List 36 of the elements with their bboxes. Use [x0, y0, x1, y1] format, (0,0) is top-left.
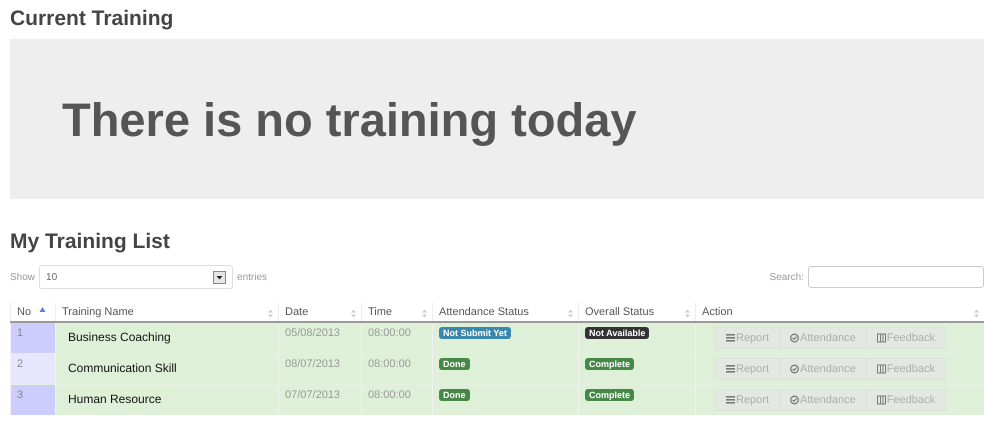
check-circle-icon: [790, 333, 800, 343]
search-label: Search:: [770, 272, 804, 282]
show-label: Show: [10, 272, 36, 282]
table-cell: Communication Skill: [56, 354, 278, 384]
table-cell: Human Resource: [56, 384, 278, 415]
table-cell: 08/07/2013: [278, 354, 362, 384]
page-size-select[interactable]: 10: [39, 265, 234, 289]
table-cell: 3: [10, 384, 56, 415]
table-cell: 08:00:00: [362, 384, 432, 415]
columns-icon: [876, 395, 886, 405]
list-icon: [726, 364, 735, 374]
columns-icon: [876, 333, 886, 343]
section-heading: Current Training: [10, 6, 174, 32]
attendance-status-label: Not Submit Yet: [439, 327, 511, 339]
table-cell: 05/08/2013: [278, 322, 362, 354]
table-cell: 2: [10, 354, 56, 384]
section-heading: My Training List: [10, 229, 171, 255]
list-icon: [726, 333, 735, 343]
columns-icon: [876, 364, 886, 374]
table-cell: 08:00:00: [362, 322, 432, 354]
overall-status-label: Complete: [585, 358, 634, 370]
attendance-status-label: Done: [439, 358, 470, 370]
check-circle-icon: [790, 395, 800, 405]
check-circle-icon: [790, 364, 800, 374]
entries-label: entries: [237, 272, 268, 282]
dropdown-caret-icon: [213, 270, 226, 284]
table-cell: Business Coaching: [56, 322, 278, 354]
search-field[interactable]: [808, 266, 984, 288]
table-cell: 08:00:00: [362, 354, 432, 384]
empty-message: There is no training today: [62, 92, 637, 146]
overall-status-label: Complete: [585, 389, 634, 401]
attendance-status-label: Done: [439, 389, 470, 401]
overall-status-label: Not Available: [585, 327, 650, 339]
table-cell: 07/07/2013: [278, 384, 362, 415]
table-cell: 1: [10, 322, 56, 354]
list-icon: [726, 395, 735, 405]
